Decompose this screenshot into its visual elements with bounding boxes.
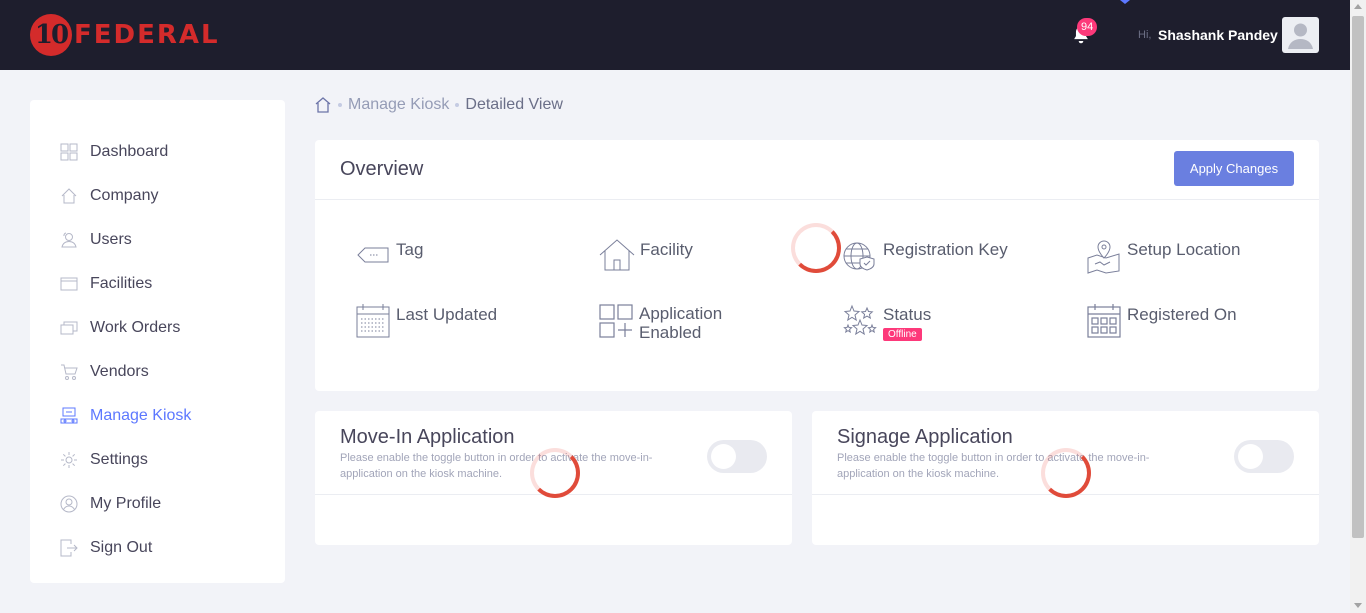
sign-out-icon	[60, 539, 78, 557]
status-label: Status	[883, 305, 932, 324]
setup-location-label: Setup Location	[1127, 240, 1241, 259]
move-in-application-description: Please enable the toggle button in order…	[340, 452, 653, 480]
overview-card-header: Overview Apply Changes	[315, 140, 1319, 200]
breadcrumb-link-manage-kiosk[interactable]: Manage Kiosk	[348, 96, 449, 114]
loading-spinner	[1041, 448, 1091, 498]
move-in-application-toggle[interactable]	[707, 440, 767, 473]
greeting-text: Hi,	[1138, 29, 1152, 41]
sidebar-nav: Dashboard Company Users Facilities Work …	[30, 100, 285, 583]
user-avatar-icon[interactable]	[1282, 17, 1319, 53]
user-name[interactable]: Shashank Pandey	[1158, 27, 1278, 43]
sidebar-item-company[interactable]: Company	[60, 181, 270, 211]
home-icon	[599, 239, 635, 271]
signage-application-description: Please enable the toggle button in order…	[837, 452, 1150, 480]
breadcrumb-separator	[455, 103, 460, 107]
sidebar-item-label: Dashboard	[90, 143, 169, 160]
facilities-icon	[60, 277, 78, 291]
sidebar-item-label: Sign Out	[90, 539, 153, 556]
sidebar-item-label: Settings	[90, 451, 148, 468]
overview-field-setup-location: Setup Location	[1086, 238, 1240, 274]
overview-card: Overview Apply Changes Tag Facility Regi…	[315, 140, 1319, 391]
logo-wordmark: FEDERAL	[74, 20, 220, 50]
work-orders-icon	[60, 321, 78, 335]
sidebar-item-label: Work Orders	[90, 319, 181, 336]
sidebar-item-users[interactable]: Users	[60, 225, 270, 255]
apply-changes-button[interactable]: Apply Changes	[1174, 151, 1294, 186]
overview-field-tag: Tag	[356, 238, 423, 272]
sidebar-item-vendors[interactable]: Vendors	[60, 357, 270, 387]
tag-icon	[357, 247, 389, 263]
move-in-application-card: Move-In Application Please enable the to…	[315, 411, 792, 545]
sidebar-item-label: Facilities	[90, 275, 153, 292]
logo-badge: 10	[30, 14, 72, 56]
status-field: Status Offline	[883, 305, 931, 342]
overview-field-facility: Facility	[599, 238, 693, 272]
dropdown-caret-indicator	[1120, 0, 1130, 4]
dashboard-grid-icon	[60, 143, 78, 161]
registered-on-label: Registered On	[1127, 305, 1237, 324]
scrollbar-thumb[interactable]	[1352, 16, 1364, 538]
loading-spinner	[530, 448, 580, 498]
status-badge: Offline	[883, 328, 922, 341]
last-updated-label: Last Updated	[396, 305, 498, 324]
globe-shield-icon	[843, 242, 875, 271]
tag-label: Tag	[396, 240, 424, 259]
page-scrollbar[interactable]	[1350, 0, 1366, 613]
loading-spinner	[791, 223, 841, 273]
overview-field-status: Status Offline	[842, 303, 931, 342]
sidebar-item-my-profile[interactable]: My Profile	[60, 489, 270, 519]
sidebar-item-label: Company	[90, 187, 159, 204]
gear-icon	[61, 452, 77, 468]
sidebar-item-dashboard[interactable]: Dashboard	[60, 137, 270, 167]
overview-field-last-updated: Last Updated	[356, 303, 497, 339]
cart-icon	[61, 364, 78, 380]
notification-count-badge: 94	[1077, 18, 1098, 36]
map-pin-icon	[1087, 240, 1120, 274]
scroll-down-arrow-icon[interactable]	[1354, 603, 1362, 608]
signage-application-title: Signage Application	[837, 426, 1013, 448]
move-in-application-title: Move-In Application	[340, 426, 515, 448]
overview-field-application-enabled: Application Enabled	[599, 304, 722, 342]
sidebar-item-work-orders[interactable]: Work Orders	[60, 313, 270, 343]
sidebar-item-label: My Profile	[90, 495, 162, 512]
toggle-knob	[1238, 444, 1263, 469]
breadcrumb: Manage Kiosk Detailed View	[314, 94, 563, 116]
facility-label: Facility	[640, 240, 693, 259]
profile-icon	[60, 495, 78, 513]
top-header: 10 FEDERAL 94 Hi, Shashank Pandey	[0, 0, 1350, 70]
application-enabled-label-line2: Enabled	[639, 323, 702, 342]
home-icon[interactable]	[314, 96, 332, 114]
scroll-up-arrow-icon[interactable]	[1354, 4, 1362, 9]
toggle-knob	[711, 444, 736, 469]
sidebar-item-settings[interactable]: Settings	[60, 445, 270, 475]
apps-plus-icon	[599, 304, 633, 338]
signage-application-toggle[interactable]	[1234, 440, 1294, 473]
application-enabled-label-line1: Application	[639, 304, 723, 323]
overview-field-registered-on: Registered On	[1086, 303, 1237, 339]
stars-icon	[843, 304, 877, 336]
calendar-icon	[356, 304, 390, 338]
sidebar-item-facilities[interactable]: Facilities	[60, 269, 270, 299]
home-icon	[61, 188, 77, 204]
breadcrumb-separator	[338, 103, 342, 107]
company-logo[interactable]: 10 FEDERAL	[30, 14, 220, 56]
overview-field-registration-key: Registration Key	[842, 238, 1008, 272]
calendar-grid-icon	[1087, 304, 1121, 338]
signage-application-card: Signage Application Please enable the to…	[812, 411, 1319, 545]
application-enabled-label: Application Enabled	[639, 304, 722, 342]
kiosk-icon	[60, 407, 78, 424]
overview-title: Overview	[340, 158, 424, 180]
sidebar-item-label: Vendors	[90, 363, 149, 380]
sidebar-item-sign-out[interactable]: Sign Out	[60, 533, 270, 563]
registration-key-label: Registration Key	[883, 240, 1008, 259]
breadcrumb-current-page: Detailed View	[465, 96, 563, 113]
users-icon	[61, 232, 77, 248]
sidebar-item-label: Manage Kiosk	[90, 407, 192, 424]
sidebar-item-label: Users	[90, 231, 132, 248]
sidebar-item-manage-kiosk[interactable]: Manage Kiosk	[60, 401, 270, 431]
